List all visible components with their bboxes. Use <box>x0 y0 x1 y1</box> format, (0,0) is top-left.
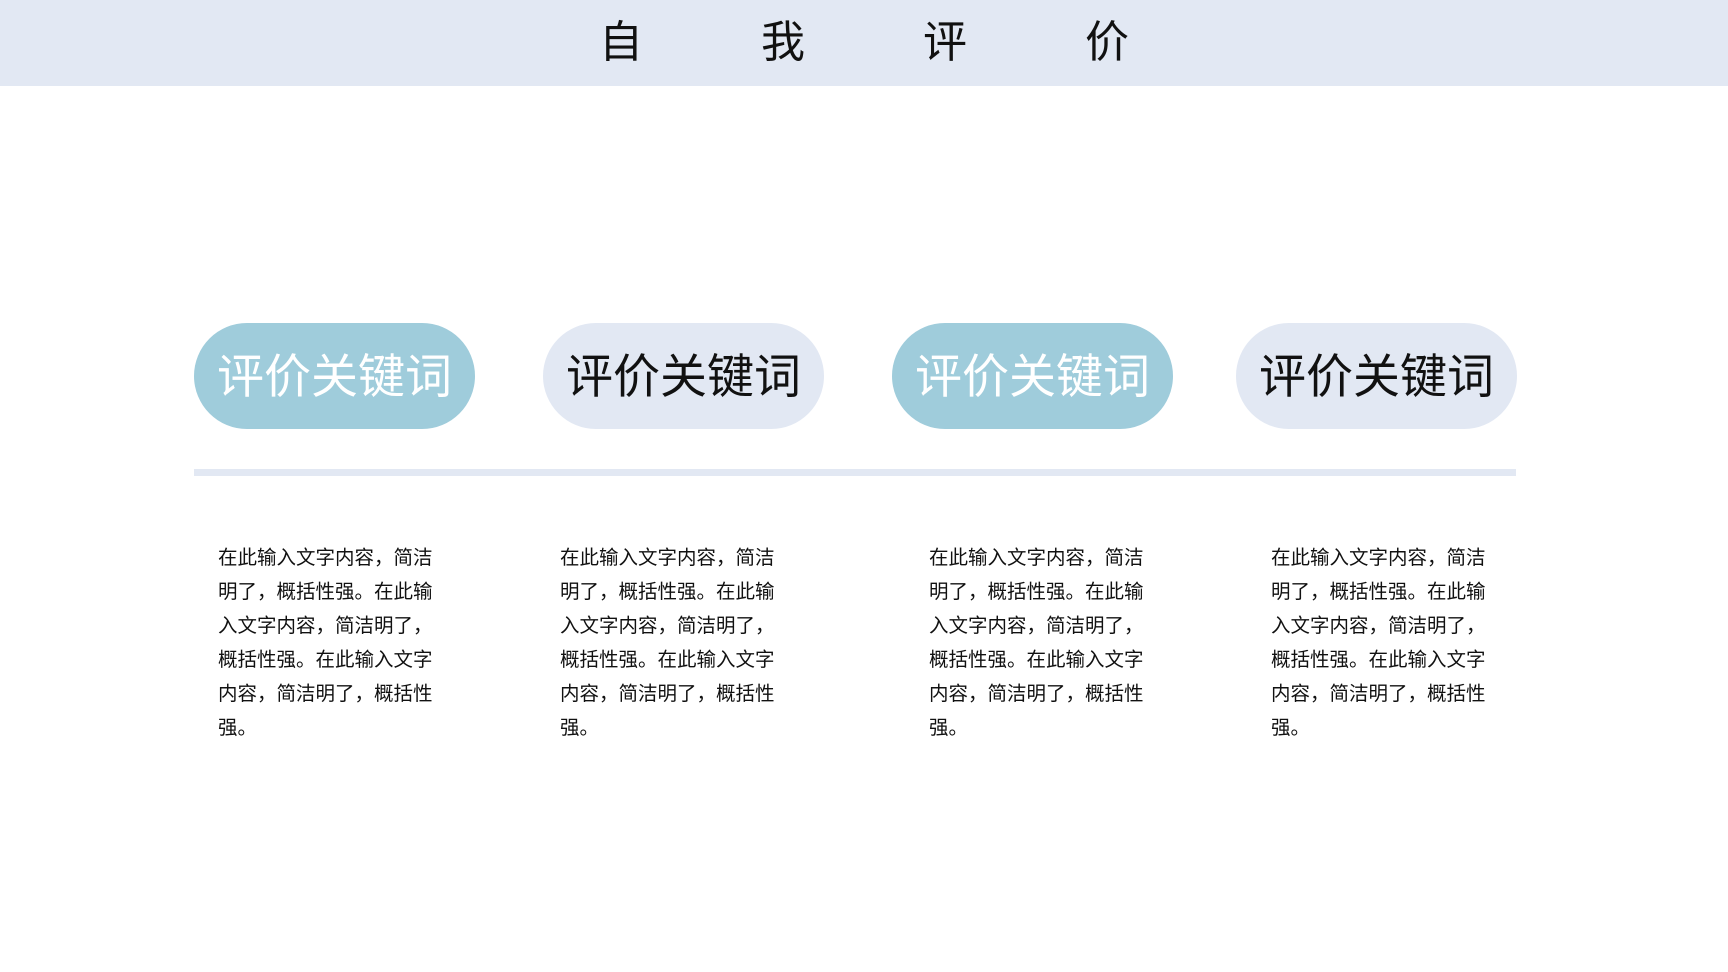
description-text-4: 在此输入文字内容，简洁明了，概括性强。在此输入文字内容，简洁明了，概括性强。在此… <box>1271 546 1486 739</box>
keyword-pill-3: 评价关键词 <box>892 323 1173 429</box>
description-text-3: 在此输入文字内容，简洁明了，概括性强。在此输入文字内容，简洁明了，概括性强。在此… <box>929 546 1144 739</box>
keyword-pill-1: 评价关键词 <box>194 323 475 429</box>
page-title: 自 我 评 价 <box>599 17 1181 68</box>
keyword-pill-2: 评价关键词 <box>543 323 824 429</box>
header-bar: 自 我 评 价 <box>0 0 1728 86</box>
slide-page: 自 我 评 价 评价关键词 评价关键词 评价关键词 评价关键词 在此输入文字内容… <box>0 0 1728 972</box>
description-text-1: 在此输入文字内容，简洁明了，概括性强。在此输入文字内容，简洁明了，概括性强。在此… <box>218 546 433 739</box>
horizontal-divider <box>194 469 1516 476</box>
description-text-2: 在此输入文字内容，简洁明了，概括性强。在此输入文字内容，简洁明了，概括性强。在此… <box>560 546 775 739</box>
keyword-pill-4: 评价关键词 <box>1236 323 1517 429</box>
